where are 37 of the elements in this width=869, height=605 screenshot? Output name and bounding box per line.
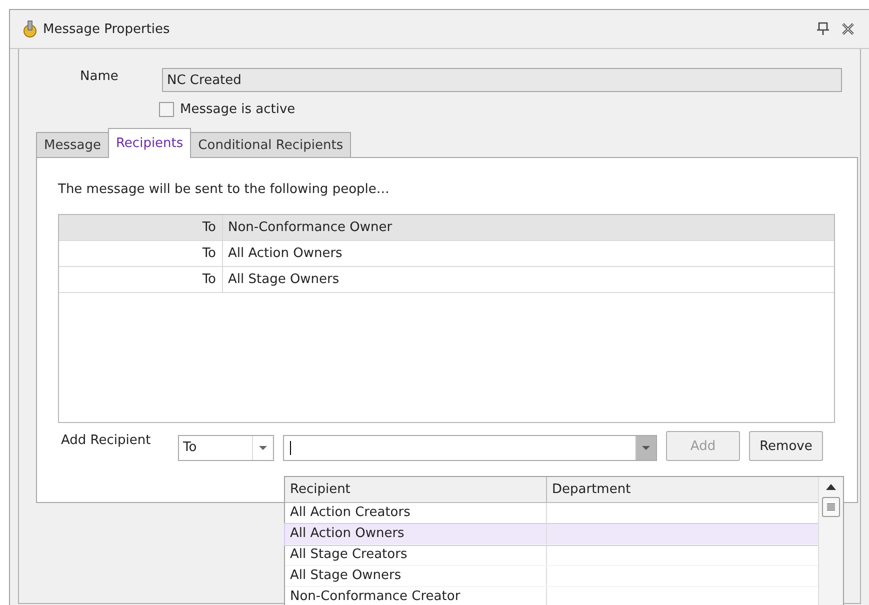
caret-icon: [642, 446, 650, 450]
list-row[interactable]: All Stage Creators: [285, 545, 818, 566]
window-title: Message Properties: [43, 22, 170, 36]
name-label: Name: [79, 68, 120, 84]
remove-button[interactable]: Remove: [749, 431, 823, 461]
recipient-input[interactable]: [283, 435, 657, 461]
scrollbar-thumb[interactable]: [822, 497, 840, 517]
grid-row[interactable]: To All Stage Owners: [59, 267, 834, 293]
tab[interactable]: Conditional Recipients: [190, 132, 352, 157]
table-cell: All Action Owners: [285, 524, 547, 544]
column-header: Department: [551, 482, 631, 497]
type-dropdown[interactable]: To: [178, 435, 274, 461]
table-cell: All Stage Owners: [285, 566, 547, 586]
column-header: Recipient: [285, 477, 547, 502]
tab[interactable]: Recipients: [108, 128, 192, 158]
name-field[interactable]: NC Created: [162, 68, 842, 92]
grid-row[interactable]: To Non-Conformance Owner: [59, 215, 834, 241]
table-cell: To: [59, 241, 223, 266]
checkbox-label: Message is active: [180, 102, 296, 117]
pin-icon[interactable]: [817, 22, 829, 36]
table-cell: To: [59, 215, 223, 240]
tab[interactable]: Message: [36, 132, 109, 157]
list-row[interactable]: All Action Owners: [285, 524, 818, 545]
list-row[interactable]: All Stage Owners: [285, 566, 818, 587]
close-icon[interactable]: [841, 23, 855, 35]
table-cell: To: [59, 267, 223, 292]
table-cell: All Stage Creators: [285, 545, 547, 565]
scroll-up-icon[interactable]: [825, 483, 837, 491]
table-cell-text: Non-Conformance Owner: [227, 220, 392, 235]
table-cell: Non-Conformance Creator: [285, 587, 547, 605]
table-cell-text: All Action Owners: [227, 246, 342, 261]
caret-icon: [259, 446, 267, 450]
intro-text: The message will be sent to the following people…: [58, 182, 390, 197]
checkbox[interactable]: [159, 102, 174, 117]
grid-row[interactable]: To All Action Owners: [59, 241, 834, 267]
table-cell-text: All Stage Owners: [227, 272, 340, 287]
add-recipient-label: Add Recipient: [60, 433, 152, 448]
